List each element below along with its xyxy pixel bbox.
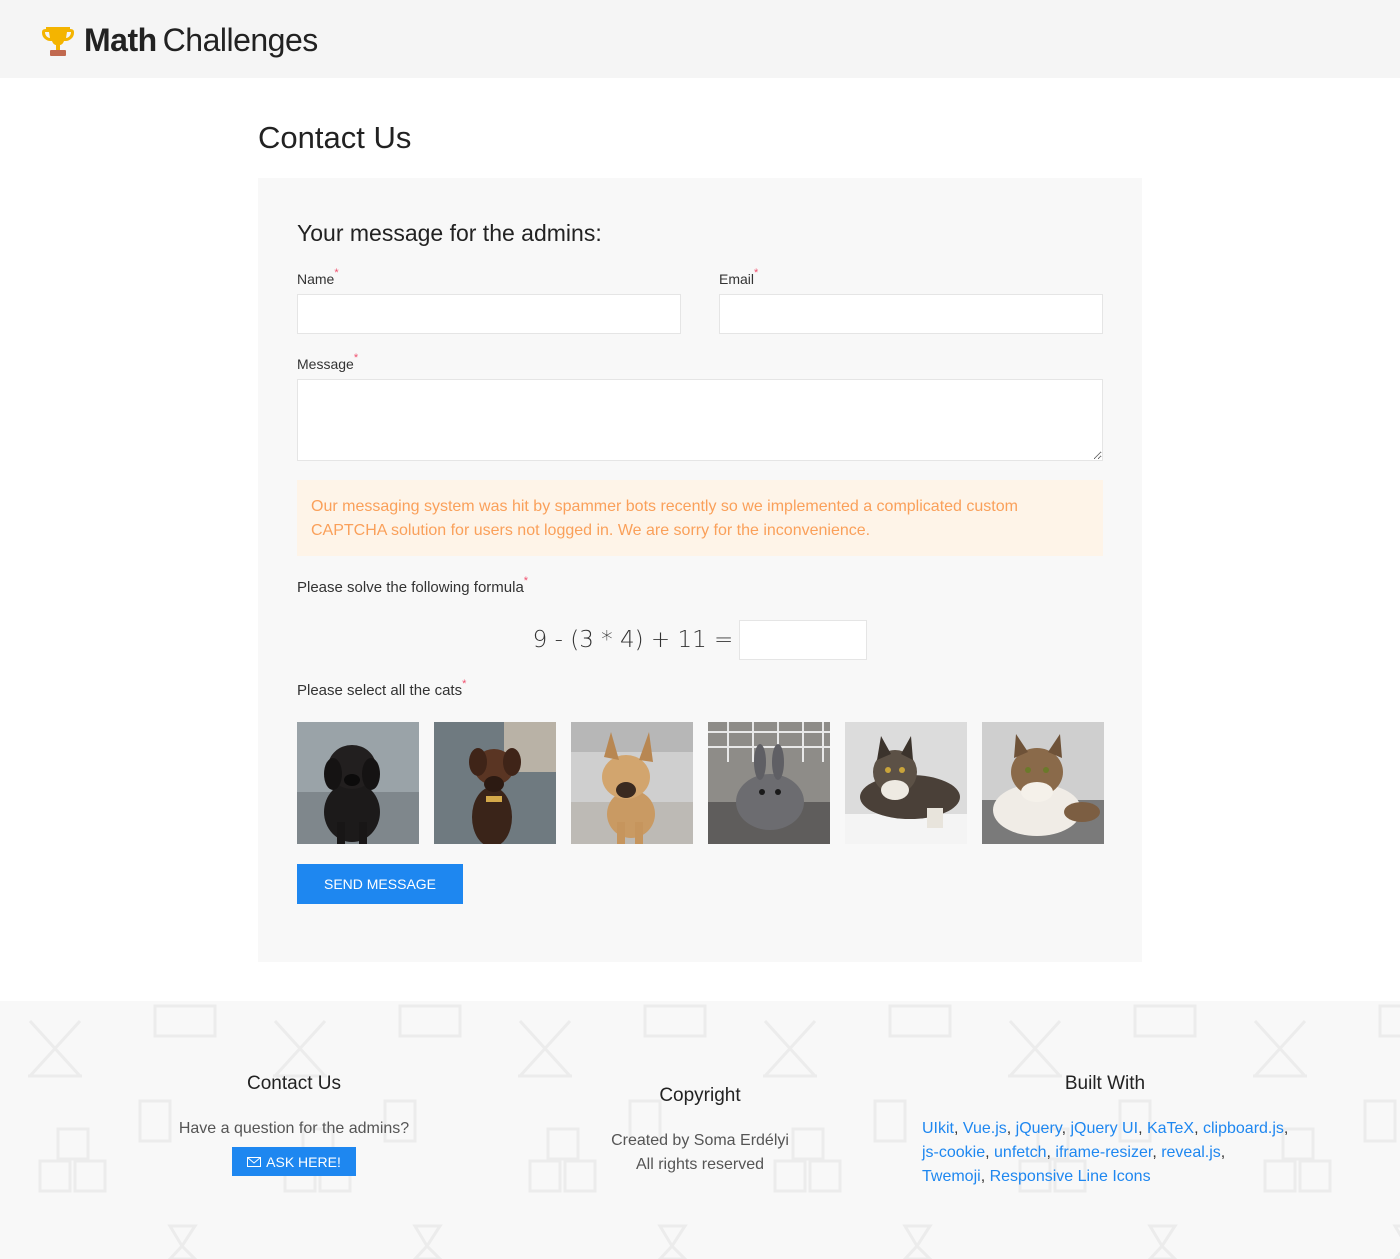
spam-notice-alert: Our messaging system was hit by spammer … — [297, 480, 1103, 556]
link-vuejs[interactable]: Vue.js — [963, 1120, 1007, 1137]
email-label: Email* — [719, 267, 758, 287]
photo-tan-puppy[interactable] — [571, 722, 693, 844]
email-input[interactable] — [719, 294, 1103, 334]
name-input[interactable] — [297, 294, 681, 334]
brand-name-bold: Math — [84, 21, 157, 58]
link-revealjs[interactable]: reveal.js — [1161, 1144, 1221, 1161]
cats-label: Please select all the cats* — [297, 678, 466, 699]
trophy-icon — [42, 27, 74, 56]
cats-label-text: Please select all the cats — [297, 682, 463, 699]
email-label-text: Email — [719, 271, 755, 287]
footer-copyright-column: Copyright Created by Soma Erdélyi All ri… — [560, 1085, 840, 1177]
form-heading: Your message for the admins: — [297, 220, 602, 246]
footer-contact-text: Have a question for the admins? — [178, 1120, 410, 1137]
link-js-cookie[interactable]: js-cookie — [922, 1144, 985, 1161]
captcha-formula: 9 - (3 * 4) + 11 = — [258, 620, 1142, 660]
link-jquery-ui[interactable]: jQuery UI — [1070, 1120, 1138, 1137]
link-responsive-line-icons[interactable]: Responsive Line Icons — [990, 1168, 1151, 1185]
brand-logo[interactable]: Math Challenges — [40, 20, 318, 60]
message-label: Message* — [297, 352, 358, 372]
brand-name-regular: Challenges — [162, 21, 319, 58]
envelope-icon — [247, 1156, 262, 1167]
link-twemoji[interactable]: Twemoji — [922, 1168, 981, 1185]
footer-copyright-line1: Created by Soma Erdélyi — [611, 1132, 789, 1149]
link-katex[interactable]: KaTeX — [1147, 1120, 1194, 1137]
message-textarea[interactable] — [297, 379, 1103, 461]
link-unfetch[interactable]: unfetch — [994, 1144, 1046, 1161]
name-label-text: Name — [297, 271, 335, 287]
ask-here-label: ASK HERE! — [266, 1153, 341, 1170]
send-message-button[interactable]: Send Message — [297, 864, 463, 904]
link-iframe-resizer[interactable]: iframe-resizer — [1055, 1144, 1152, 1161]
link-uikit[interactable]: UIkit — [922, 1120, 954, 1137]
name-label: Name* — [297, 267, 339, 287]
required-marker: * — [754, 267, 759, 279]
required-marker: * — [334, 267, 339, 279]
formula-label-text: Please solve the following formula — [297, 579, 524, 596]
required-marker: * — [462, 678, 467, 690]
page-title: Contact Us — [258, 120, 412, 155]
footer-contact-title: Contact Us — [247, 1073, 341, 1094]
footer-built-with-title: Built With — [1064, 1073, 1146, 1094]
formula-expression: 9 - (3 * 4) + 11 = — [532, 627, 734, 653]
contact-form-card: Your message for the admins: Name* Email… — [258, 178, 1142, 962]
message-label-text: Message — [297, 356, 354, 372]
required-marker: * — [523, 575, 529, 587]
photo-brown-dachshund[interactable] — [434, 722, 556, 844]
footer-copyright-line2: All rights reserved — [635, 1156, 765, 1173]
top-navbar: Math Challenges — [0, 0, 1400, 78]
link-clipboardjs[interactable]: clipboard.js — [1203, 1120, 1284, 1137]
link-jquery[interactable]: jQuery — [1016, 1120, 1062, 1137]
ask-here-button[interactable]: ASK HERE! — [232, 1147, 356, 1176]
footer-built-with-column: Built With UIkit, Vue.js, jQuery, jQuery… — [922, 1073, 1292, 1189]
photo-black-dog[interactable] — [297, 722, 419, 844]
captcha-photo-grid — [297, 722, 1104, 844]
footer: Contact Us Have a question for the admin… — [0, 1001, 1400, 1259]
built-with-links: UIkit, Vue.js, jQuery, jQuery UI, KaTeX,… — [922, 1120, 1289, 1185]
footer-copyright-title: Copyright — [659, 1085, 741, 1106]
photo-maine-coon-cat[interactable] — [845, 722, 967, 844]
photo-grey-rabbit[interactable] — [708, 722, 830, 844]
formula-label: Please solve the following formula* — [297, 575, 528, 596]
formula-answer-input[interactable] — [739, 620, 868, 660]
footer-contact-column: Contact Us Have a question for the admin… — [150, 1073, 438, 1176]
required-marker: * — [353, 352, 359, 364]
photo-tabby-cat[interactable] — [982, 722, 1104, 844]
